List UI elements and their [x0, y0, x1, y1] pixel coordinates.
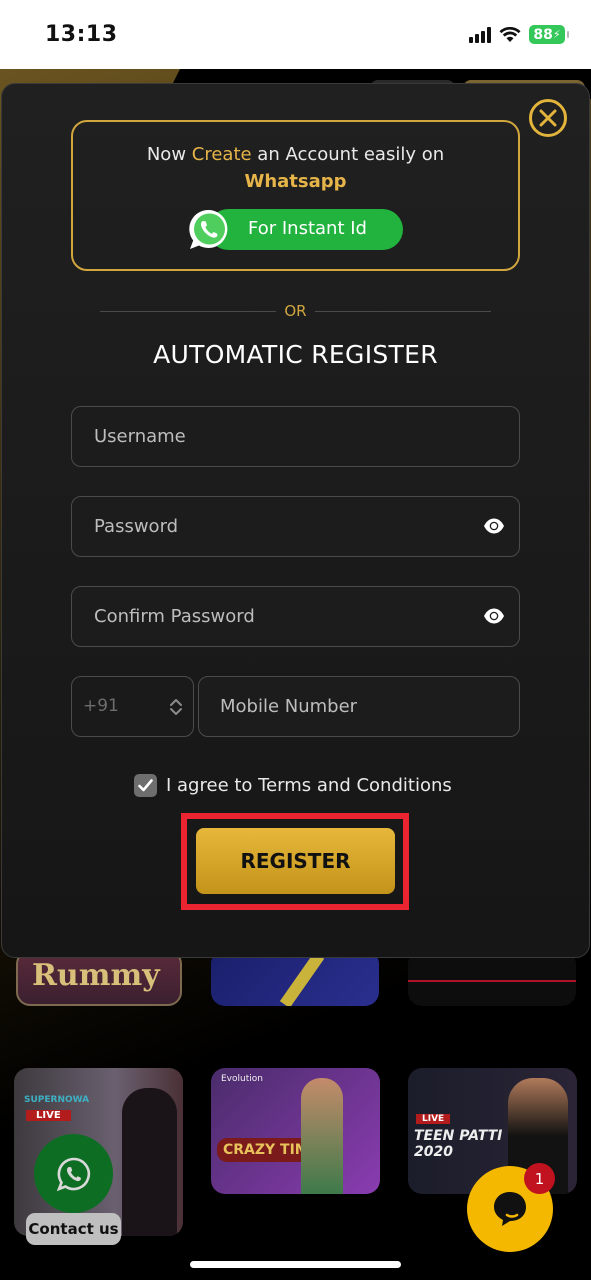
tile-person [122, 1088, 177, 1236]
battery-level: 88 [533, 26, 553, 43]
mobile-number-input[interactable] [199, 677, 519, 736]
page-title: AUTOMATIC REGISTER [153, 340, 438, 369]
terms-agreement: I agree to Terms and Conditions [134, 773, 452, 797]
contact-us-label[interactable]: Contact us [26, 1213, 121, 1245]
confirm-password-field[interactable] [71, 586, 520, 647]
register-button[interactable]: REGISTER [196, 828, 395, 894]
tile-title: TEEN PATTI 2020 [414, 1128, 503, 1160]
wifi-icon [499, 26, 521, 42]
country-code-select[interactable]: +91 [71, 676, 194, 737]
chat-bubble-icon [494, 1192, 526, 1226]
whatsapp-promo-line1: Now Create an Account easily on [73, 144, 518, 165]
divider-line [315, 311, 491, 312]
promo-text: an Account easily on [251, 144, 445, 165]
status-time: 13:13 [45, 22, 118, 47]
home-indicator [190, 1261, 401, 1268]
whatsapp-icon [189, 209, 228, 249]
chat-notification-badge: 1 [524, 1163, 555, 1194]
tile-live-tag: LIVE [416, 1114, 451, 1124]
eye-icon[interactable] [483, 607, 505, 625]
game-tile[interactable] [211, 950, 379, 1006]
tile-live-tag: LIVE [26, 1110, 71, 1121]
close-button[interactable] [529, 99, 567, 137]
tile-brand: Evolution [221, 1074, 263, 1084]
whatsapp-button-label: For Instant Id [248, 218, 367, 239]
password-field[interactable] [71, 496, 520, 557]
checkmark-icon [138, 778, 153, 791]
tile-art [408, 980, 576, 982]
status-bar: 13:13 88 ⚡ [0, 0, 591, 69]
signal-icon [469, 26, 491, 43]
tile-person [301, 1078, 343, 1194]
terms-label[interactable]: I agree to Terms and Conditions [166, 775, 452, 796]
country-code-value: +91 [83, 696, 119, 716]
status-icons: 88 ⚡ [469, 25, 569, 44]
tile-art [279, 951, 325, 1006]
terms-checkbox[interactable] [134, 773, 157, 797]
game-tile-label: Rummy [32, 958, 160, 993]
or-divider: OR [100, 300, 491, 322]
game-tile[interactable] [408, 950, 576, 1006]
contact-us-whatsapp-button[interactable] [34, 1134, 113, 1213]
confirm-password-input[interactable] [72, 587, 519, 646]
username-input[interactable] [72, 407, 519, 466]
whatsapp-icon [56, 1157, 90, 1191]
username-field[interactable] [71, 406, 520, 467]
chevron-up-down-icon [170, 699, 182, 715]
password-input[interactable] [72, 497, 519, 556]
promo-highlight-create: Create [191, 144, 252, 165]
battery-charging-icon: 88 ⚡ [529, 25, 569, 44]
tile-brand: SUPERNOWA [24, 1095, 90, 1105]
mobile-number-field[interactable] [198, 676, 520, 737]
close-icon [539, 109, 557, 127]
eye-icon[interactable] [483, 517, 505, 535]
game-tile-crazy-time[interactable]: Evolution CRAZY TIME [211, 1068, 380, 1194]
promo-highlight-whatsapp: Whatsapp [244, 171, 347, 192]
whatsapp-instant-id-button[interactable]: For Instant Id [188, 208, 403, 251]
game-tile-rummy[interactable]: Rummy [16, 950, 182, 1006]
promo-text: Now [146, 144, 192, 165]
